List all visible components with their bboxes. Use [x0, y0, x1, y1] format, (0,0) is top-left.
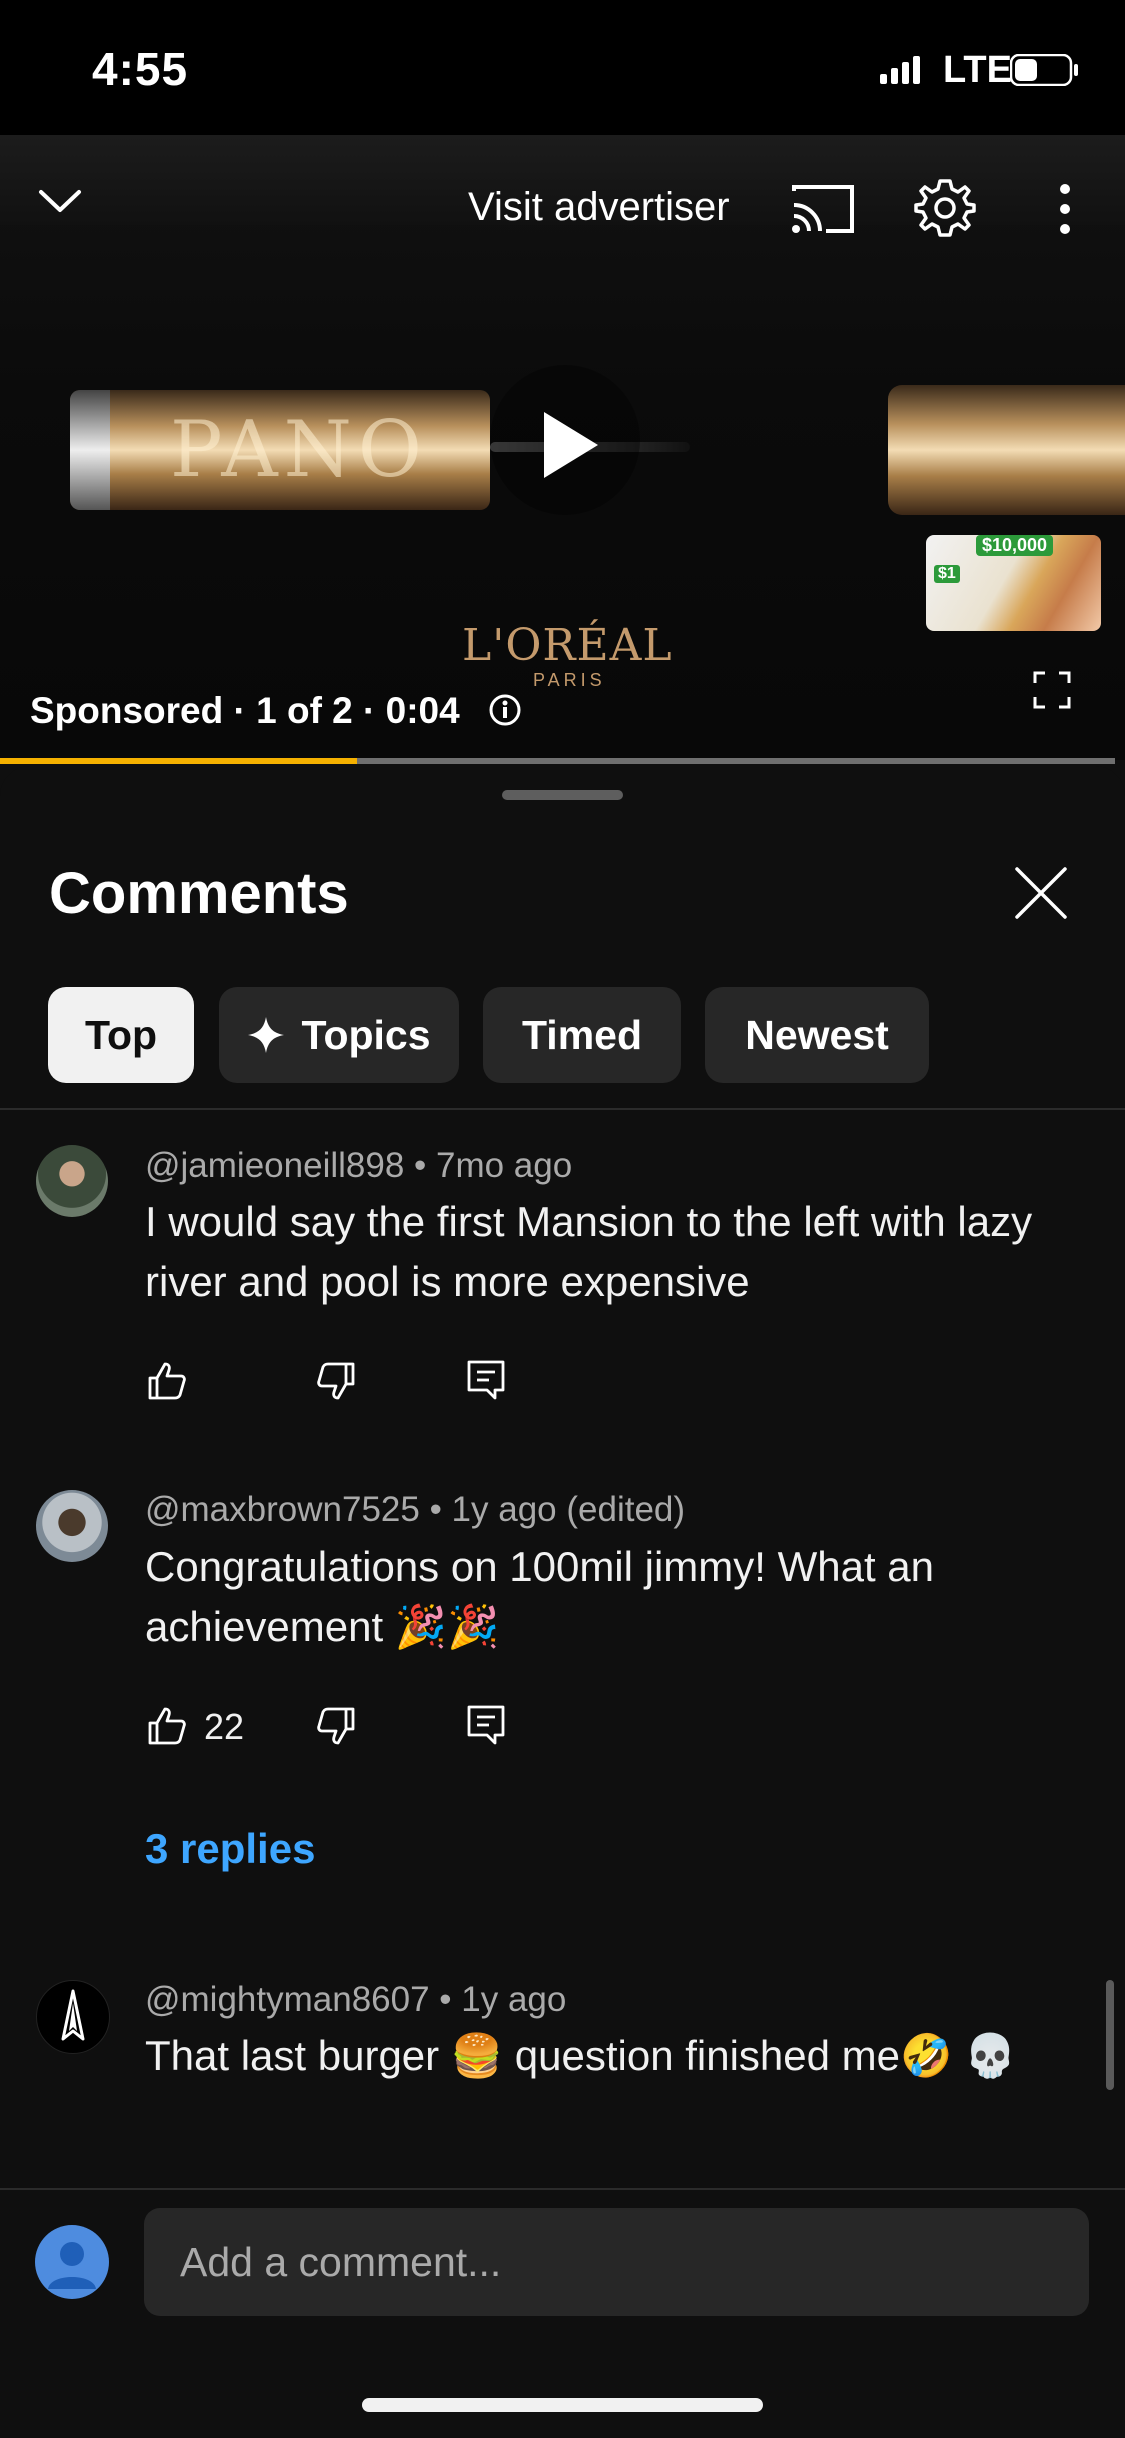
- visit-advertiser-button[interactable]: Visit advertiser: [468, 185, 730, 230]
- reply-icon[interactable]: [465, 1703, 507, 1745]
- like-icon[interactable]: [146, 1360, 188, 1402]
- next-video-thumbnail[interactable]: $10,000 $1: [926, 535, 1101, 631]
- drag-handle[interactable]: [502, 790, 623, 800]
- scrollbar[interactable]: [1106, 1980, 1114, 2090]
- info-icon[interactable]: [488, 693, 522, 727]
- avatar[interactable]: [36, 1980, 110, 2054]
- product-text: PANO: [170, 405, 428, 495]
- chip-label: Top: [84, 1011, 158, 1058]
- gear-icon[interactable]: [912, 175, 978, 241]
- chip-topics[interactable]: Topics: [219, 987, 459, 1083]
- comment-text: That last burger 🍔 question finished me🤣…: [145, 2032, 1017, 2079]
- fullscreen-icon[interactable]: [1032, 670, 1072, 710]
- status-time: 4:55: [92, 43, 189, 95]
- thumbnail-small-badge: $1: [934, 565, 960, 583]
- comments-title: Comments: [49, 861, 349, 926]
- chip-top[interactable]: Top: [48, 987, 194, 1083]
- avatar[interactable]: [36, 1490, 108, 1562]
- video-player[interactable]: Visit advertiser PANO $10,000 $1 L'ORÉAL…: [0, 135, 1125, 760]
- comment-handle[interactable]: @maxbrown7525: [145, 1490, 420, 1529]
- comment-meta: • 1y ago (edited): [419, 1490, 686, 1529]
- more-options-icon[interactable]: [1050, 179, 1080, 239]
- comment-meta: • 1y ago: [429, 1980, 567, 2019]
- user-avatar: [35, 2225, 109, 2299]
- battery-icon: [1010, 54, 1078, 86]
- ad-progress-fill: [0, 758, 357, 764]
- chip-timed[interactable]: Timed: [483, 987, 681, 1083]
- chips-divider: [0, 1108, 1125, 1110]
- avatar[interactable]: [36, 1145, 108, 1217]
- reply-icon[interactable]: [465, 1358, 507, 1400]
- add-comment-input[interactable]: [144, 2208, 1089, 2316]
- comment-author[interactable]: @maxbrown7525 • 1y ago (edited): [145, 1490, 685, 1530]
- dislike-icon[interactable]: [315, 1360, 357, 1402]
- blade-logo-icon: [61, 1989, 85, 2041]
- ad-info-label: Sponsored · 1 of 2 · 0:04: [30, 690, 460, 731]
- cast-icon[interactable]: [790, 183, 856, 235]
- comment-meta: • 7mo ago: [404, 1146, 573, 1185]
- network-label: LTE: [943, 49, 1012, 91]
- signal-icon: [880, 56, 920, 84]
- default-avatar-icon: [48, 2242, 96, 2289]
- chip-label: Newest: [745, 1011, 889, 1058]
- sparkle-icon: [248, 1017, 285, 1053]
- brand-logo: L'ORÉAL: [462, 620, 673, 671]
- comment-author[interactable]: @mightyman8607 • 1y ago: [145, 1980, 566, 2020]
- like-icon[interactable]: [146, 1705, 188, 1747]
- chip-newest[interactable]: Newest: [705, 987, 929, 1083]
- play-icon[interactable]: [540, 410, 600, 480]
- mascara-tube-right: [888, 385, 1125, 515]
- dislike-icon[interactable]: [315, 1705, 357, 1747]
- comment-text: I would say the first Mansion to the lef…: [145, 1198, 1033, 1305]
- chip-label: Topics: [301, 1011, 431, 1058]
- home-indicator[interactable]: [362, 2398, 763, 2412]
- chevron-down-icon[interactable]: [35, 180, 85, 220]
- comment-author[interactable]: @jamieoneill898 • 7mo ago: [145, 1146, 572, 1186]
- view-replies-button[interactable]: 3 replies: [145, 1825, 315, 1873]
- close-icon[interactable]: [1013, 865, 1069, 921]
- comment-handle[interactable]: @jamieoneill898: [145, 1146, 404, 1185]
- thumbnail-price-badge: $10,000: [976, 535, 1054, 556]
- like-count: 22: [204, 1706, 245, 1747]
- comment-text: Congratulations on 100mil jimmy! What an…: [145, 1543, 935, 1650]
- mascara-tube-cap: [70, 390, 110, 510]
- comment-handle[interactable]: @mightyman8607: [145, 1980, 430, 2019]
- chip-label: Timed: [522, 1011, 642, 1058]
- brand-subtitle: PARIS: [533, 670, 606, 690]
